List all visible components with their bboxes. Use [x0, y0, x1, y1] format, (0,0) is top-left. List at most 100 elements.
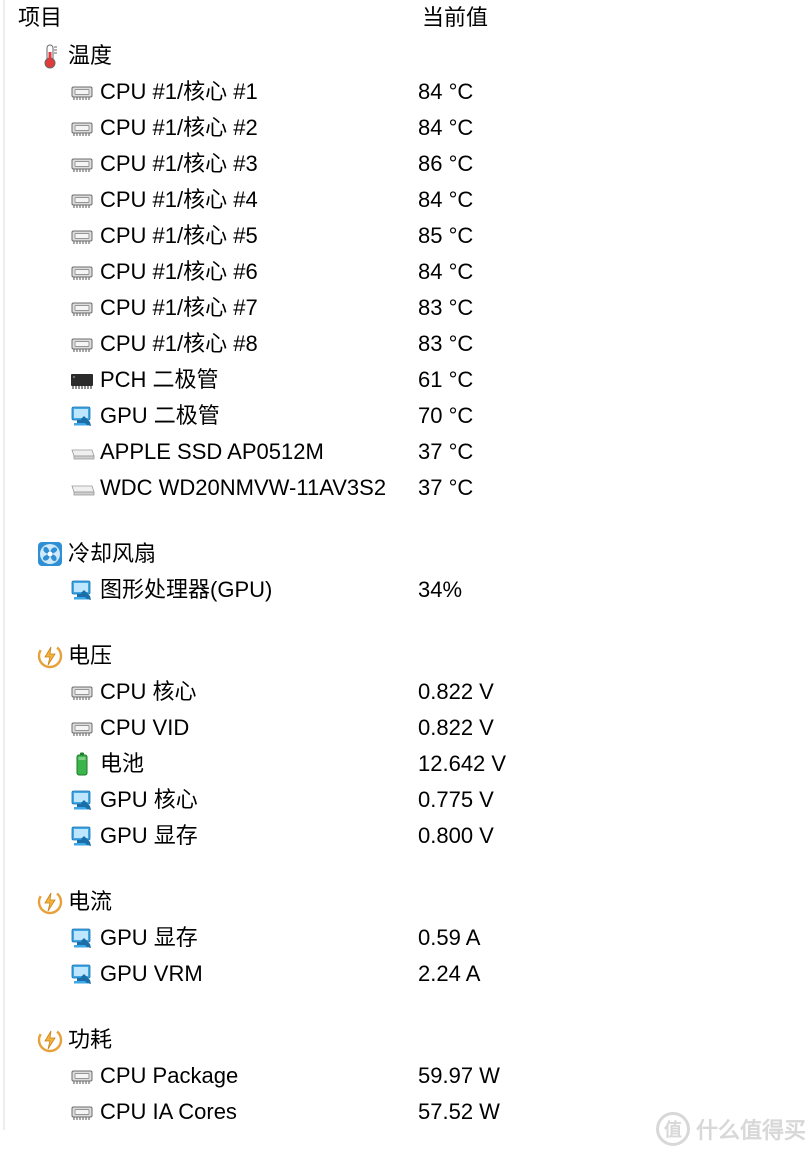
sensor-value: 84 °C: [418, 182, 812, 218]
fan-icon: [36, 540, 64, 568]
bolt-icon: [36, 888, 64, 916]
sensor-value: 0.800 V: [418, 818, 812, 854]
sensor-row[interactable]: PCH 二极管61 °C: [14, 362, 812, 398]
sensor-label: GPU 显存: [100, 818, 418, 854]
sensor-value: 37 °C: [418, 470, 812, 506]
section-header[interactable]: 电流: [14, 884, 812, 920]
ssd-icon: [68, 438, 96, 466]
section-spacing: [14, 854, 812, 884]
sensor-row[interactable]: CPU #1/核心 #184 °C: [14, 74, 812, 110]
section-spacing: [14, 506, 812, 536]
sensor-row[interactable]: CPU 核心0.822 V: [14, 674, 812, 710]
cpu-chip-icon: [68, 258, 96, 286]
sensor-label: GPU 显存: [100, 920, 418, 956]
sensor-label: WDC WD20NMVW-11AV3S2: [100, 470, 418, 506]
ssd-icon: [68, 474, 96, 502]
column-header-row: 项目 当前值: [14, 0, 812, 32]
gpu-monitor-icon: [68, 402, 96, 430]
battery-icon: [68, 750, 96, 778]
sensor-row[interactable]: CPU Package59.97 W: [14, 1058, 812, 1094]
gpu-monitor-icon: [68, 822, 96, 850]
sensor-tree: 项目 当前值 温度CPU #1/核心 #184 °CCPU #1/核心 #284…: [0, 0, 812, 1130]
sensor-row[interactable]: CPU IA Cores57.52 W: [14, 1094, 812, 1130]
cpu-chip-icon: [68, 78, 96, 106]
sensor-row[interactable]: GPU 显存0.800 V: [14, 818, 812, 854]
sensor-row[interactable]: GPU VRM2.24 A: [14, 956, 812, 992]
sensor-value: 59.97 W: [418, 1058, 812, 1094]
cpu-chip-icon: [68, 186, 96, 214]
sensor-label: CPU #1/核心 #6: [100, 254, 418, 290]
cpu-chip-icon: [68, 330, 96, 358]
sensor-label: APPLE SSD AP0512M: [100, 434, 418, 470]
sensor-label: CPU #1/核心 #2: [100, 110, 418, 146]
bolt-icon: [36, 642, 64, 670]
sensor-value: 83 °C: [418, 290, 812, 326]
sensor-row[interactable]: CPU #1/核心 #883 °C: [14, 326, 812, 362]
sensor-label: CPU #1/核心 #4: [100, 182, 418, 218]
bolt-icon: [36, 1026, 64, 1054]
section-title: 温度: [68, 38, 112, 74]
sensor-value: 84 °C: [418, 110, 812, 146]
sensor-row[interactable]: CPU VID0.822 V: [14, 710, 812, 746]
section-header[interactable]: 冷却风扇: [14, 536, 812, 572]
sensor-label: GPU VRM: [100, 956, 418, 992]
sensor-label: GPU 二极管: [100, 398, 418, 434]
sensor-label: CPU 核心: [100, 674, 418, 710]
sensor-row[interactable]: GPU 核心0.775 V: [14, 782, 812, 818]
cpu-chip-icon: [68, 222, 96, 250]
sensor-label: 电池: [100, 746, 418, 782]
sensor-label: GPU 核心: [100, 782, 418, 818]
header-item-label: 项目: [18, 0, 422, 32]
sensor-value: 34%: [418, 572, 812, 608]
section-header[interactable]: 功耗: [14, 1022, 812, 1058]
sensor-row[interactable]: CPU #1/核心 #284 °C: [14, 110, 812, 146]
sensor-row[interactable]: APPLE SSD AP0512M37 °C: [14, 434, 812, 470]
sensor-row[interactable]: CPU #1/核心 #783 °C: [14, 290, 812, 326]
sensor-value: 0.822 V: [418, 674, 812, 710]
gpu-monitor-icon: [68, 924, 96, 952]
sensor-row[interactable]: CPU #1/核心 #684 °C: [14, 254, 812, 290]
sensor-label: CPU IA Cores: [100, 1094, 418, 1130]
section-header[interactable]: 温度: [14, 38, 812, 74]
cpu-chip-icon: [68, 678, 96, 706]
sensor-label: CPU #1/核心 #3: [100, 146, 418, 182]
sensor-label: CPU #1/核心 #5: [100, 218, 418, 254]
sensor-label: CPU #1/核心 #8: [100, 326, 418, 362]
sensor-row[interactable]: 电池12.642 V: [14, 746, 812, 782]
section-title: 功耗: [68, 1022, 112, 1058]
sensor-row[interactable]: 图形处理器(GPU)34%: [14, 572, 812, 608]
section-title: 电流: [68, 884, 112, 920]
sensor-row[interactable]: CPU #1/核心 #585 °C: [14, 218, 812, 254]
sensor-value: 0.59 A: [418, 920, 812, 956]
sensor-value: 37 °C: [418, 434, 812, 470]
sensor-row[interactable]: CPU #1/核心 #386 °C: [14, 146, 812, 182]
sensor-value: 70 °C: [418, 398, 812, 434]
gpu-monitor-icon: [68, 786, 96, 814]
section-spacing: [14, 992, 812, 1022]
sensor-row[interactable]: GPU 显存0.59 A: [14, 920, 812, 956]
sensor-value: 85 °C: [418, 218, 812, 254]
section-spacing: [14, 608, 812, 638]
sensor-value: 0.775 V: [418, 782, 812, 818]
sensor-value: 86 °C: [418, 146, 812, 182]
sensor-value: 12.642 V: [418, 746, 812, 782]
sensor-value: 57.52 W: [418, 1094, 812, 1130]
sensor-label: PCH 二极管: [100, 362, 418, 398]
section-header[interactable]: 电压: [14, 638, 812, 674]
sensor-label: CPU VID: [100, 710, 418, 746]
gpu-monitor-icon: [68, 576, 96, 604]
sensor-value: 83 °C: [418, 326, 812, 362]
thermometer-icon: [36, 42, 64, 70]
sensor-label: CPU #1/核心 #7: [100, 290, 418, 326]
sensor-value: 2.24 A: [418, 956, 812, 992]
tree-guide-line: [3, 0, 5, 1130]
sensor-label: 图形处理器(GPU): [100, 572, 418, 608]
sensor-value: 0.822 V: [418, 710, 812, 746]
cpu-chip-icon: [68, 150, 96, 178]
cpu-chip-icon: [68, 114, 96, 142]
sensor-row[interactable]: WDC WD20NMVW-11AV3S237 °C: [14, 470, 812, 506]
sensor-row[interactable]: CPU #1/核心 #484 °C: [14, 182, 812, 218]
sensor-row[interactable]: GPU 二极管70 °C: [14, 398, 812, 434]
header-value-label: 当前值: [422, 0, 812, 32]
sensor-value: 61 °C: [418, 362, 812, 398]
